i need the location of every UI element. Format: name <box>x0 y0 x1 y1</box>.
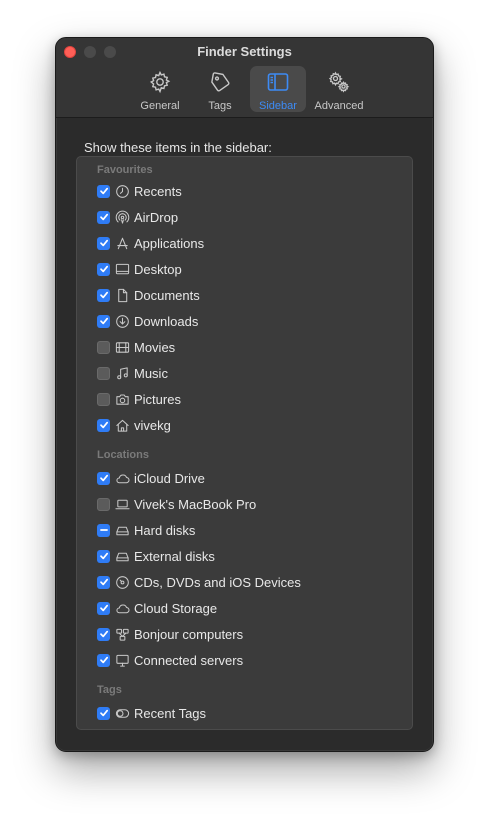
music-note-icon <box>114 365 130 381</box>
item-checkbox[interactable] <box>97 471 110 485</box>
item-label: Recent Tags <box>134 705 207 721</box>
tag-icon <box>208 70 232 97</box>
settings-toolbar: General Tags Sidebar Advanced <box>130 66 370 112</box>
item-label: CDs, DVDs and iOS Devices <box>134 574 301 590</box>
sidebar-item-row[interactable]: vivekg <box>97 414 171 436</box>
cloud-icon <box>114 600 130 616</box>
section-heading: Show these items in the sidebar: <box>84 140 272 155</box>
applications-icon <box>114 235 130 251</box>
cloud-icon <box>114 470 130 486</box>
item-checkbox[interactable] <box>97 627 110 641</box>
airdrop-icon <box>114 209 130 225</box>
sidebar-item-row[interactable]: Applications <box>97 232 204 254</box>
item-label: Bonjour computers <box>134 626 244 642</box>
sidebar-item-row[interactable]: AirDrop <box>97 206 178 228</box>
sidebar-item-row[interactable]: Desktop <box>97 258 182 280</box>
item-checkbox[interactable] <box>97 340 110 354</box>
sidebar-item-row[interactable]: Movies <box>97 336 175 358</box>
film-icon <box>114 339 130 355</box>
item-label: Documents <box>134 287 200 303</box>
sidebar-item-row[interactable]: Bonjour computers <box>97 623 243 645</box>
home-icon <box>114 417 130 433</box>
sidebar-item-row[interactable]: Pictures <box>97 388 181 410</box>
tab-tags-label: Tags <box>208 100 232 112</box>
sidebar-item-row[interactable]: Hard disks <box>97 519 195 541</box>
sidebar-items-list: Favourites Locations Tags Recents AirDrop… <box>76 156 413 730</box>
gears-icon <box>327 70 351 97</box>
item-label: Movies <box>134 339 176 355</box>
item-checkbox[interactable] <box>97 392 110 406</box>
sidebar-item-row[interactable]: Connected servers <box>97 649 243 671</box>
tab-sidebar-label: Sidebar <box>259 100 297 112</box>
item-checkbox[interactable] <box>97 706 110 720</box>
item-label: Music <box>134 365 168 381</box>
tab-advanced-label: Advanced <box>314 100 364 112</box>
section-tags: Tags <box>97 684 122 696</box>
sidebar-item-row[interactable]: Cloud Storage <box>97 597 217 619</box>
item-label: Cloud Storage <box>134 600 218 616</box>
item-label: vivekg <box>134 417 171 433</box>
item-checkbox[interactable] <box>97 236 110 250</box>
disk-icon <box>114 522 130 538</box>
item-label: Vivek's MacBook Pro <box>134 496 257 512</box>
sidebar-item-row[interactable]: Documents <box>97 284 200 306</box>
item-label: Connected servers <box>134 652 244 668</box>
item-checkbox[interactable] <box>97 262 110 276</box>
item-checkbox[interactable] <box>97 601 110 615</box>
camera-icon <box>114 391 130 407</box>
item-label: Desktop <box>134 261 182 277</box>
tab-general-label: General <box>140 100 180 112</box>
tab-tags[interactable]: Tags <box>192 66 248 112</box>
item-label: Applications <box>134 235 205 251</box>
window-title: Finder Settings <box>197 44 292 59</box>
item-label: Hard disks <box>134 522 196 538</box>
bonjour-icon <box>114 626 130 642</box>
sidebar-item-row[interactable]: Vivek's MacBook Pro <box>97 493 256 515</box>
external-disk-icon <box>114 548 130 564</box>
tab-sidebar[interactable]: Sidebar <box>250 66 306 112</box>
gear-icon <box>148 70 172 97</box>
item-checkbox[interactable] <box>97 523 110 537</box>
laptop-icon <box>114 496 130 512</box>
item-label: Downloads <box>134 313 199 329</box>
item-checkbox[interactable] <box>97 418 110 432</box>
item-label: Recents <box>134 183 182 199</box>
tag-outline-icon <box>114 705 130 721</box>
item-checkbox[interactable] <box>97 288 110 302</box>
sidebar-item-row[interactable]: External disks <box>97 545 215 567</box>
document-icon <box>114 287 130 303</box>
item-checkbox[interactable] <box>97 549 110 563</box>
item-checkbox[interactable] <box>97 314 110 328</box>
tab-general[interactable]: General <box>130 66 190 112</box>
item-checkbox[interactable] <box>97 653 110 667</box>
item-label: iCloud Drive <box>134 470 205 486</box>
item-checkbox[interactable] <box>97 184 110 198</box>
sidebar-icon <box>266 70 290 97</box>
section-favourites: Favourites <box>97 164 153 176</box>
item-checkbox[interactable] <box>97 366 110 380</box>
download-icon <box>114 313 130 329</box>
item-label: Pictures <box>134 391 181 407</box>
clock-icon <box>114 183 130 199</box>
item-checkbox[interactable] <box>97 210 110 224</box>
section-locations: Locations <box>97 449 149 461</box>
server-icon <box>114 652 130 668</box>
tab-advanced[interactable]: Advanced <box>308 66 370 112</box>
sidebar-item-row[interactable]: Downloads <box>97 310 198 332</box>
item-label: External disks <box>134 548 215 564</box>
sidebar-item-row[interactable]: Recent Tags <box>97 702 206 724</box>
desktop-icon <box>114 261 130 277</box>
sidebar-item-row[interactable]: Music <box>97 362 168 384</box>
sidebar-item-row[interactable]: iCloud Drive <box>97 467 205 489</box>
title-bar: Finder Settings General Tags Sidebar Adv… <box>56 38 433 118</box>
sidebar-item-row[interactable]: Recents <box>97 180 182 202</box>
item-label: AirDrop <box>134 209 179 225</box>
item-checkbox[interactable] <box>97 575 110 589</box>
optical-disc-icon <box>114 574 130 590</box>
item-checkbox[interactable] <box>97 497 110 511</box>
finder-settings-window: Finder Settings General Tags Sidebar Adv… <box>55 37 434 752</box>
sidebar-item-row[interactable]: CDs, DVDs and iOS Devices <box>97 571 301 593</box>
